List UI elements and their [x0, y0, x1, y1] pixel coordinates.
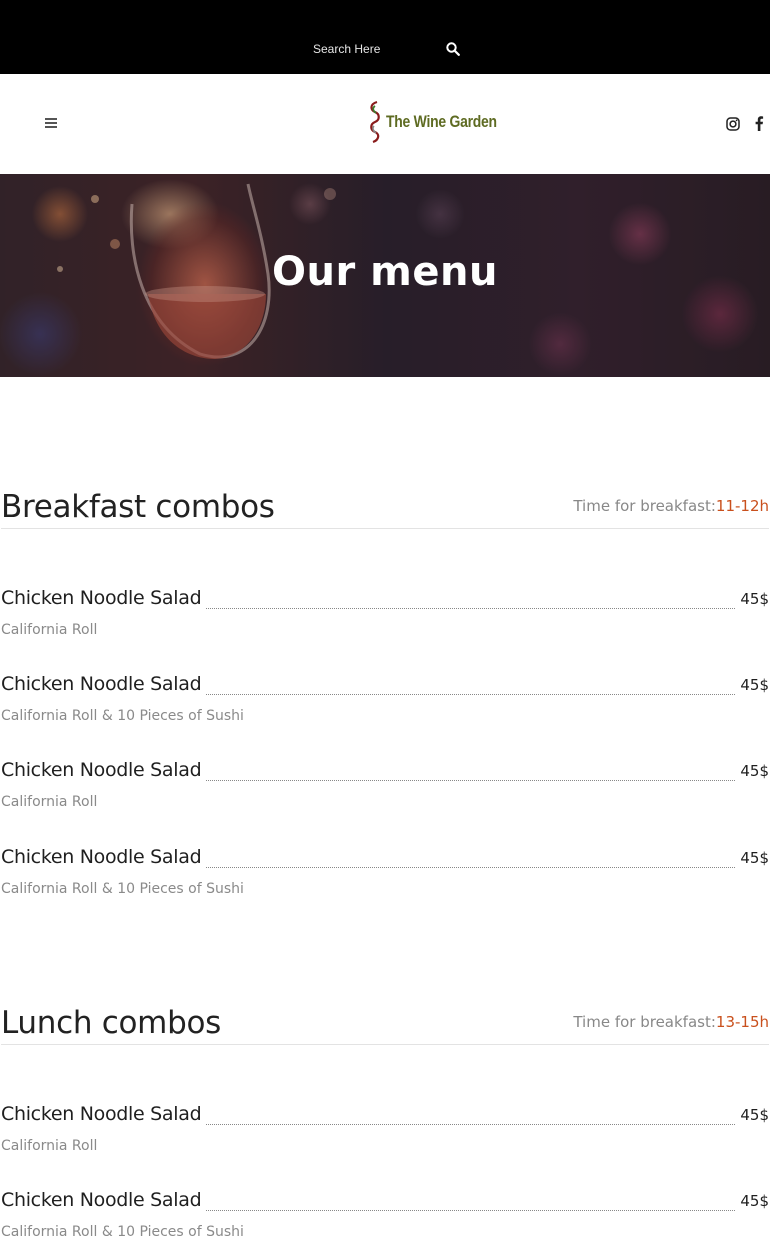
section-header-breakfast: Breakfast combos Time for breakfast:11-1… — [1, 489, 769, 529]
item-description: California Roll — [1, 1138, 98, 1154]
facebook-icon[interactable] — [754, 116, 770, 132]
section-time: Time for breakfast:11-12h — [573, 497, 769, 515]
brand-name: The Wine Garden — [386, 112, 497, 131]
item-name: Chicken Noodle Salad — [1, 846, 207, 868]
section-title: Breakfast combos — [1, 489, 275, 525]
leader-dots — [202, 780, 735, 781]
time-value: 13-15h — [715, 1013, 769, 1031]
item-name: Chicken Noodle Salad — [1, 587, 207, 609]
leader-dots — [202, 694, 735, 695]
logo-mark-icon — [370, 100, 380, 144]
leader-dots — [202, 867, 735, 868]
menu-item: Chicken Noodle Salad 45$ California Roll — [1, 587, 769, 638]
menu-item: Chicken Noodle Salad 45$ California Roll — [1, 1103, 769, 1154]
time-label: Time for breakfast: — [573, 1013, 716, 1031]
item-description: California Roll & 10 Pieces of Sushi — [1, 1224, 244, 1238]
item-price: 45$ — [740, 590, 769, 608]
site-logo[interactable]: The Wine Garden — [368, 100, 521, 144]
search-box — [313, 40, 463, 60]
menu-item: Chicken Noodle Salad 45$ California Roll… — [1, 846, 769, 897]
item-price: 45$ — [740, 1106, 769, 1124]
item-name: Chicken Noodle Salad — [1, 1103, 207, 1125]
item-price: 45$ — [740, 762, 769, 780]
menu-item: Chicken Noodle Salad 45$ California Roll… — [1, 1189, 769, 1238]
item-description: California Roll — [1, 622, 98, 638]
menu-item: Chicken Noodle Salad 45$ California Roll… — [1, 673, 769, 724]
item-name: Chicken Noodle Salad — [1, 673, 207, 695]
item-price: 45$ — [740, 1192, 769, 1210]
section-header-lunch: Lunch combos Time for breakfast:13-15h — [1, 1005, 769, 1045]
top-bar — [0, 0, 770, 74]
item-price: 45$ — [740, 676, 769, 694]
leader-dots — [202, 608, 735, 609]
site-header: The Wine Garden — [0, 74, 770, 174]
leader-dots — [202, 1124, 735, 1125]
item-description: California Roll — [1, 794, 98, 810]
item-description: California Roll & 10 Pieces of Sushi — [1, 708, 244, 724]
search-input[interactable] — [313, 40, 438, 58]
instagram-icon[interactable] — [726, 116, 742, 132]
item-name: Chicken Noodle Salad — [1, 759, 207, 781]
hamburger-icon[interactable] — [45, 118, 57, 128]
time-value: 11-12h — [715, 497, 769, 515]
item-price: 45$ — [740, 849, 769, 867]
leader-dots — [202, 1210, 735, 1211]
search-icon[interactable] — [446, 41, 462, 57]
time-label: Time for breakfast: — [573, 497, 716, 515]
hero-title: Our menu — [272, 249, 498, 295]
hero-banner: Our menu — [0, 174, 770, 377]
section-title: Lunch combos — [1, 1005, 221, 1041]
item-name: Chicken Noodle Salad — [1, 1189, 207, 1211]
section-time: Time for breakfast:13-15h — [573, 1013, 769, 1031]
item-description: California Roll & 10 Pieces of Sushi — [1, 881, 244, 897]
menu-item: Chicken Noodle Salad 45$ California Roll — [1, 759, 769, 810]
